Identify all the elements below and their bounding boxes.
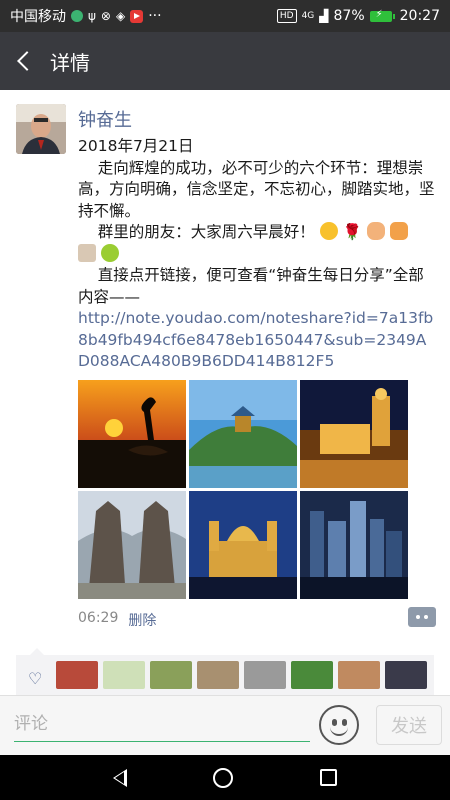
back-arrow-icon	[17, 51, 37, 71]
system-back-icon[interactable]	[113, 768, 128, 787]
comment-more-button[interactable]	[408, 607, 436, 627]
likes-section: ♡	[16, 648, 434, 695]
emoji-eye-left	[332, 719, 337, 726]
post-time: 06:29	[78, 610, 119, 626]
post-paragraph-2-text: 群里的朋友：大家周六早晨好！	[78, 223, 315, 241]
heart-icon: ♡	[28, 669, 43, 688]
network-type: 4G	[301, 10, 315, 21]
rose-emoji-icon: 🌹	[342, 223, 362, 241]
system-nav-bar	[0, 755, 450, 800]
post-paragraph-2: 群里的朋友：大家周六早晨好！ 🌹	[78, 222, 438, 244]
post-paragraph-1: 走向辉煌的成功，必不可少的六个环节：理想崇高，方向明确，信念坚定，不忘初心，脚踏…	[78, 158, 435, 220]
image-cathedral-night[interactable]	[189, 491, 297, 599]
like-avatar[interactable]	[291, 661, 333, 689]
page-title: 详情	[50, 50, 90, 75]
coffee-emoji-icon	[78, 243, 96, 262]
post-paragraph-3: 直接点开链接，便可查看“钟奋生每日分享”全部内容——	[78, 266, 424, 306]
battery-icon	[369, 9, 395, 22]
video-app-icon	[130, 9, 144, 23]
system-recents-icon[interactable]	[319, 769, 337, 786]
pray-emoji-icon	[389, 222, 408, 240]
app-notification-icon	[71, 10, 83, 22]
comment-bar: 发送	[0, 695, 450, 755]
signal-icon: ▟	[319, 9, 329, 23]
status-left: 中国移动 ψ ⊗ ◈ ···	[10, 6, 162, 26]
send-button[interactable]: 发送	[376, 705, 442, 745]
like-avatar[interactable]	[244, 661, 286, 689]
author-avatar[interactable]	[16, 104, 66, 154]
like-avatar[interactable]	[103, 661, 145, 689]
clock: 20:27	[399, 8, 440, 24]
like-avatar[interactable]	[150, 661, 192, 689]
system-home-icon[interactable]	[213, 767, 234, 788]
map-icon: ◈	[115, 9, 126, 23]
like-avatar[interactable]	[197, 661, 239, 689]
emoji-mouth	[330, 727, 348, 736]
comment-input[interactable]	[14, 706, 310, 742]
image-grid	[78, 380, 408, 599]
battery-percent: 87%	[333, 8, 365, 24]
image-castle-night[interactable]	[300, 380, 408, 488]
image-city-night[interactable]	[300, 491, 408, 599]
carrier-label: 中国移动	[10, 9, 66, 25]
post-date-line: 2018年7月21日	[78, 137, 194, 155]
like-avatars	[56, 661, 427, 689]
share-link[interactable]: http://note.youdao.com/noteshare?id=7a13…	[78, 308, 438, 373]
usb-icon: ψ	[88, 9, 96, 23]
smile-emoji-icon	[319, 222, 338, 240]
emoji-button[interactable]	[319, 705, 359, 745]
like-avatar[interactable]	[56, 661, 98, 689]
image-pagoda-hill[interactable]	[189, 380, 297, 488]
image-crane-sunset[interactable]	[78, 380, 186, 488]
post-content: 2018年7月21日 走向辉煌的成功，必不可少的六个环节：理想崇高，方向明确，信…	[78, 136, 438, 373]
post-meta: 06:29 删除	[78, 610, 156, 630]
post-emoji-line	[78, 243, 438, 266]
emoji-eye-right	[342, 719, 347, 726]
author-name[interactable]: 钟奋生	[78, 106, 132, 132]
more-notifications-icon: ···	[148, 8, 162, 24]
back-button[interactable]	[0, 32, 48, 90]
sync-icon: ⊗	[100, 9, 111, 23]
nav-bar: 详情	[0, 32, 450, 90]
delete-button[interactable]: 删除	[128, 610, 156, 630]
status-bar: 中国移动 ψ ⊗ ◈ ··· HD 4G ▟ 87% 20:27	[0, 0, 450, 32]
image-bali-gate[interactable]	[78, 491, 186, 599]
like-avatar[interactable]	[338, 661, 380, 689]
moment-post: 钟奋生 2018年7月21日 走向辉煌的成功，必不可少的六个环节：理想崇高，方向…	[0, 90, 450, 695]
bow-emoji-icon	[100, 243, 119, 262]
status-right: HD 4G ▟ 87% 20:27	[276, 8, 440, 24]
hd-badge: HD	[276, 9, 297, 23]
like-avatar[interactable]	[385, 661, 427, 689]
handshake-emoji-icon	[366, 222, 385, 240]
